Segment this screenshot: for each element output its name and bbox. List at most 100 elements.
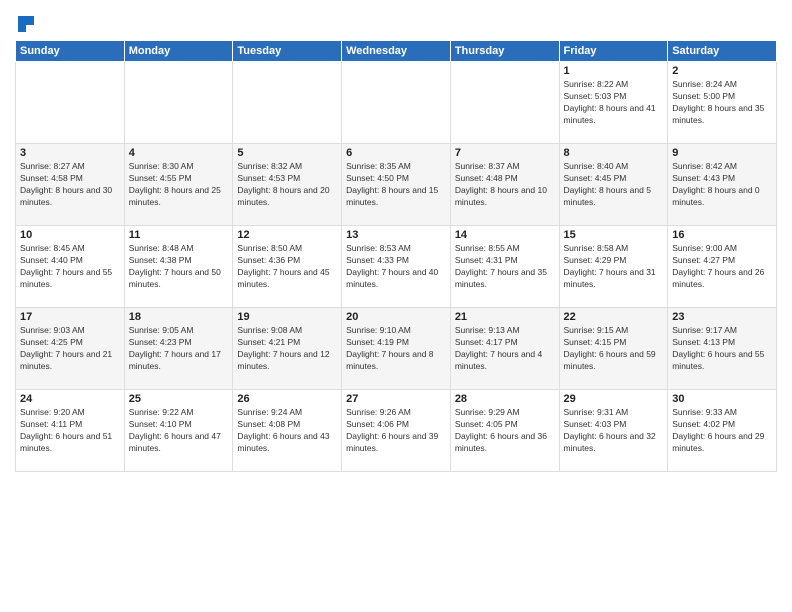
logo-flag-icon [16, 14, 36, 34]
day-info: Sunrise: 8:40 AMSunset: 4:45 PMDaylight:… [564, 161, 664, 209]
day-number: 19 [237, 311, 337, 323]
day-number: 3 [20, 147, 120, 159]
calendar-cell: 6 Sunrise: 8:35 AMSunset: 4:50 PMDaylight… [342, 144, 451, 226]
weekday-thursday: Thursday [450, 41, 559, 62]
day-info: Sunrise: 9:15 AMSunset: 4:15 PMDaylight:… [564, 325, 664, 373]
day-info: Sunrise: 8:45 AMSunset: 4:40 PMDaylight:… [20, 243, 120, 291]
calendar-cell: 29 Sunrise: 9:31 AMSunset: 4:03 PMDayligh… [559, 390, 668, 472]
day-number: 28 [455, 393, 555, 405]
calendar-cell: 5 Sunrise: 8:32 AMSunset: 4:53 PMDaylight… [233, 144, 342, 226]
calendar-cell: 15 Sunrise: 8:58 AMSunset: 4:29 PMDayligh… [559, 226, 668, 308]
day-number: 15 [564, 229, 664, 241]
weekday-friday: Friday [559, 41, 668, 62]
logo [15, 14, 37, 34]
calendar-cell [233, 62, 342, 144]
weekday-header-row: SundayMondayTuesdayWednesdayThursdayFrid… [16, 41, 777, 62]
day-number: 16 [672, 229, 772, 241]
day-info: Sunrise: 9:22 AMSunset: 4:10 PMDaylight:… [129, 407, 229, 455]
day-info: Sunrise: 9:20 AMSunset: 4:11 PMDaylight:… [20, 407, 120, 455]
week-row-2: 3 Sunrise: 8:27 AMSunset: 4:58 PMDaylight… [16, 144, 777, 226]
day-info: Sunrise: 9:13 AMSunset: 4:17 PMDaylight:… [455, 325, 555, 373]
day-info: Sunrise: 8:27 AMSunset: 4:58 PMDaylight:… [20, 161, 120, 209]
day-info: Sunrise: 8:42 AMSunset: 4:43 PMDaylight:… [672, 161, 772, 209]
page: SundayMondayTuesdayWednesdayThursdayFrid… [0, 0, 792, 612]
day-info: Sunrise: 8:37 AMSunset: 4:48 PMDaylight:… [455, 161, 555, 209]
calendar-cell: 25 Sunrise: 9:22 AMSunset: 4:10 PMDayligh… [124, 390, 233, 472]
day-number: 12 [237, 229, 337, 241]
calendar-cell [16, 62, 125, 144]
day-number: 25 [129, 393, 229, 405]
day-info: Sunrise: 9:17 AMSunset: 4:13 PMDaylight:… [672, 325, 772, 373]
day-number: 1 [564, 65, 664, 77]
calendar-cell: 8 Sunrise: 8:40 AMSunset: 4:45 PMDaylight… [559, 144, 668, 226]
calendar-cell: 26Sunrise: 9:24 AMSunset: 4:08 PMDayligh… [233, 390, 342, 472]
day-number: 14 [455, 229, 555, 241]
day-number: 26 [237, 393, 337, 405]
day-number: 5 [237, 147, 337, 159]
calendar-cell: 9 Sunrise: 8:42 AMSunset: 4:43 PMDaylight… [668, 144, 777, 226]
calendar-cell: 17Sunrise: 9:03 AMSunset: 4:25 PMDayligh… [16, 308, 125, 390]
week-row-3: 10 Sunrise: 8:45 AMSunset: 4:40 PMDayligh… [16, 226, 777, 308]
day-number: 13 [346, 229, 446, 241]
day-number: 10 [20, 229, 120, 241]
calendar-cell: 22 Sunrise: 9:15 AMSunset: 4:15 PMDayligh… [559, 308, 668, 390]
day-info: Sunrise: 9:31 AMSunset: 4:03 PMDaylight:… [564, 407, 664, 455]
calendar-cell [450, 62, 559, 144]
day-number: 23 [672, 311, 772, 323]
day-info: Sunrise: 9:05 AMSunset: 4:23 PMDaylight:… [129, 325, 229, 373]
calendar-cell: 20 Sunrise: 9:10 AMSunset: 4:19 PMDayligh… [342, 308, 451, 390]
day-number: 24 [20, 393, 120, 405]
calendar-cell: 3 Sunrise: 8:27 AMSunset: 4:58 PMDaylight… [16, 144, 125, 226]
day-number: 2 [672, 65, 772, 77]
day-number: 22 [564, 311, 664, 323]
day-info: Sunrise: 8:24 AMSunset: 5:00 PMDaylight:… [672, 79, 772, 127]
day-number: 8 [564, 147, 664, 159]
calendar-cell: 13 Sunrise: 8:53 AMSunset: 4:33 PMDayligh… [342, 226, 451, 308]
weekday-saturday: Saturday [668, 41, 777, 62]
day-number: 29 [564, 393, 664, 405]
day-info: Sunrise: 9:26 AMSunset: 4:06 PMDaylight:… [346, 407, 446, 455]
day-info: Sunrise: 9:03 AMSunset: 4:25 PMDaylight:… [20, 325, 120, 373]
calendar-cell: 28 Sunrise: 9:29 AMSunset: 4:05 PMDayligh… [450, 390, 559, 472]
calendar-cell: 1 Sunrise: 8:22 AMSunset: 5:03 PMDaylight… [559, 62, 668, 144]
day-info: Sunrise: 8:55 AMSunset: 4:31 PMDaylight:… [455, 243, 555, 291]
day-info: Sunrise: 8:53 AMSunset: 4:33 PMDaylight:… [346, 243, 446, 291]
week-row-5: 24 Sunrise: 9:20 AMSunset: 4:11 PMDayligh… [16, 390, 777, 472]
day-number: 20 [346, 311, 446, 323]
day-number: 6 [346, 147, 446, 159]
calendar-cell: 27 Sunrise: 9:26 AMSunset: 4:06 PMDayligh… [342, 390, 451, 472]
calendar: SundayMondayTuesdayWednesdayThursdayFrid… [15, 40, 777, 472]
weekday-monday: Monday [124, 41, 233, 62]
calendar-cell: 2 Sunrise: 8:24 AMSunset: 5:00 PMDaylight… [668, 62, 777, 144]
calendar-cell: 18 Sunrise: 9:05 AMSunset: 4:23 PMDayligh… [124, 308, 233, 390]
calendar-cell [342, 62, 451, 144]
weekday-wednesday: Wednesday [342, 41, 451, 62]
calendar-cell: 30Sunrise: 9:33 AMSunset: 4:02 PMDayligh… [668, 390, 777, 472]
day-info: Sunrise: 8:50 AMSunset: 4:36 PMDaylight:… [237, 243, 337, 291]
day-info: Sunrise: 8:48 AMSunset: 4:38 PMDaylight:… [129, 243, 229, 291]
day-number: 18 [129, 311, 229, 323]
calendar-cell: 21Sunrise: 9:13 AMSunset: 4:17 PMDayligh… [450, 308, 559, 390]
day-info: Sunrise: 9:10 AMSunset: 4:19 PMDaylight:… [346, 325, 446, 373]
day-info: Sunrise: 8:32 AMSunset: 4:53 PMDaylight:… [237, 161, 337, 209]
week-row-1: 1 Sunrise: 8:22 AMSunset: 5:03 PMDaylight… [16, 62, 777, 144]
day-number: 27 [346, 393, 446, 405]
day-number: 4 [129, 147, 229, 159]
day-info: Sunrise: 9:29 AMSunset: 4:05 PMDaylight:… [455, 407, 555, 455]
calendar-cell: 4 Sunrise: 8:30 AMSunset: 4:55 PMDaylight… [124, 144, 233, 226]
weekday-tuesday: Tuesday [233, 41, 342, 62]
calendar-cell: 19Sunrise: 9:08 AMSunset: 4:21 PMDayligh… [233, 308, 342, 390]
calendar-cell [124, 62, 233, 144]
calendar-cell: 10 Sunrise: 8:45 AMSunset: 4:40 PMDayligh… [16, 226, 125, 308]
weekday-sunday: Sunday [16, 41, 125, 62]
calendar-cell: 14 Sunrise: 8:55 AMSunset: 4:31 PMDayligh… [450, 226, 559, 308]
week-row-4: 17Sunrise: 9:03 AMSunset: 4:25 PMDayligh… [16, 308, 777, 390]
calendar-cell: 12 Sunrise: 8:50 AMSunset: 4:36 PMDayligh… [233, 226, 342, 308]
day-number: 7 [455, 147, 555, 159]
day-number: 9 [672, 147, 772, 159]
day-info: Sunrise: 8:22 AMSunset: 5:03 PMDaylight:… [564, 79, 664, 127]
day-info: Sunrise: 8:30 AMSunset: 4:55 PMDaylight:… [129, 161, 229, 209]
day-info: Sunrise: 8:58 AMSunset: 4:29 PMDaylight:… [564, 243, 664, 291]
day-number: 30 [672, 393, 772, 405]
day-info: Sunrise: 8:35 AMSunset: 4:50 PMDaylight:… [346, 161, 446, 209]
